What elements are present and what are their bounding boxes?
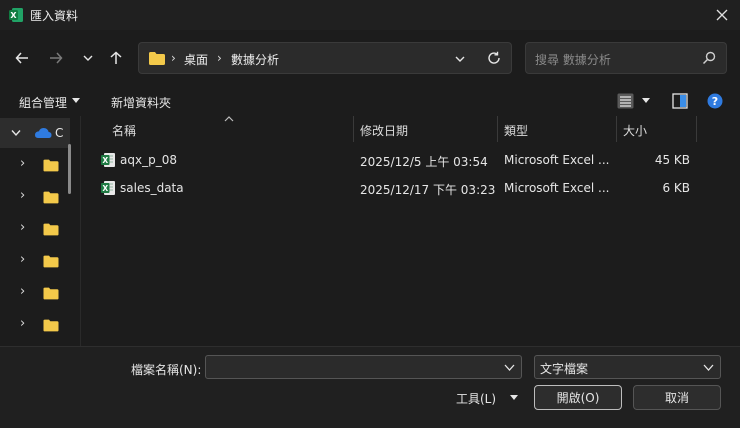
caret-down-icon — [72, 98, 80, 103]
up-button[interactable] — [106, 48, 126, 68]
column-divider[interactable] — [696, 116, 697, 142]
sidebar-item-onedrive[interactable]: C — [0, 118, 70, 148]
column-header-name[interactable]: 名稱 — [112, 122, 136, 139]
sort-ascending-icon — [224, 116, 234, 122]
search-icon — [702, 51, 716, 65]
dialog-footer: 檔案名稱(N): 文字檔案 工具(L) 開啟(O) 取消 — [0, 346, 740, 428]
open-button[interactable]: 開啟(O) — [534, 385, 622, 410]
table-row[interactable]: X aqx_p_08 2025/12/5 上午 03:54 Microsoft … — [82, 147, 692, 173]
filetype-select[interactable]: 文字檔案 — [534, 355, 721, 379]
back-button[interactable] — [12, 48, 32, 68]
close-button[interactable] — [710, 4, 734, 26]
file-type: Microsoft Excel ... — [504, 153, 610, 167]
title-bar: X 匯入資料 — [0, 0, 740, 30]
pane-divider[interactable] — [80, 116, 81, 346]
svg-text:?: ? — [712, 95, 718, 108]
cancel-button[interactable]: 取消 — [633, 385, 721, 410]
window-title: 匯入資料 — [30, 9, 79, 23]
file-date: 2025/12/17 下午 03:23 — [360, 183, 496, 197]
excel-app-icon: X — [9, 8, 23, 22]
arrow-right-icon — [50, 52, 63, 64]
sidebar-item-folder[interactable]: › — [0, 150, 70, 180]
caret-down-icon[interactable] — [510, 395, 518, 401]
table-row[interactable]: X sales_data 2025/12/17 下午 03:23 Microso… — [82, 175, 692, 201]
filename-label: 檔案名稱(N): — [131, 363, 202, 377]
column-header-type[interactable]: 類型 — [504, 122, 528, 139]
tools-button[interactable]: 工具(L) — [456, 390, 496, 407]
folder-icon — [43, 191, 59, 204]
sidebar-item-folder[interactable]: › — [0, 278, 70, 308]
file-type: Microsoft Excel ... — [504, 181, 610, 195]
svg-text:X: X — [102, 184, 108, 193]
folder-icon — [43, 223, 59, 236]
arrow-up-icon — [110, 51, 122, 64]
column-divider[interactable] — [616, 116, 617, 142]
folder-icon — [43, 287, 59, 300]
chevron-down-icon — [83, 55, 93, 61]
chevron-right-icon[interactable]: › — [20, 220, 25, 235]
sidebar-item-folder[interactable]: › — [0, 182, 70, 212]
chevron-right-icon: › — [171, 51, 176, 65]
chevron-right-icon[interactable]: › — [20, 284, 25, 299]
sidebar-item-folder[interactable]: › — [0, 310, 70, 340]
excel-file-icon: X — [101, 153, 115, 167]
column-divider[interactable] — [353, 116, 354, 142]
file-name: aqx_p_08 — [120, 153, 177, 167]
chevron-right-icon[interactable]: › — [20, 188, 25, 203]
chevron-right-icon: › — [217, 51, 222, 65]
filename-input[interactable] — [205, 355, 522, 379]
file-name: sales_data — [120, 181, 184, 195]
navigation-pane: C › › › › › › — [0, 116, 76, 346]
arrow-left-icon — [15, 52, 28, 64]
chevron-right-icon[interactable]: › — [20, 156, 25, 171]
file-size: 6 KB — [662, 181, 690, 195]
chevron-right-icon[interactable]: › — [20, 252, 25, 267]
address-bar[interactable]: › 桌面 › 數據分析 — [138, 42, 512, 74]
organize-button[interactable]: 組合管理 — [19, 94, 67, 111]
file-date: 2025/12/5 上午 03:54 — [360, 155, 488, 169]
filetype-value: 文字檔案 — [540, 362, 589, 376]
close-icon — [716, 9, 728, 21]
recent-locations-button[interactable] — [78, 48, 98, 68]
breadcrumb-desktop[interactable]: 桌面 — [184, 51, 208, 68]
forward-button[interactable] — [46, 48, 66, 68]
svg-text:X: X — [102, 156, 108, 165]
sidebar-scrollbar[interactable] — [68, 144, 71, 194]
sidebar-item-label: C — [55, 126, 64, 140]
sidebar-item-folder[interactable]: › — [0, 246, 70, 276]
new-folder-button[interactable]: 新增資料夾 — [111, 94, 171, 111]
help-icon[interactable]: ? — [707, 93, 723, 109]
cloud-icon — [35, 128, 52, 138]
preview-pane-icon[interactable] — [672, 93, 688, 109]
command-toolbar: 組合管理 新增資料夾 ? — [0, 88, 740, 114]
chevron-down-icon[interactable] — [11, 129, 21, 137]
caret-down-icon[interactable] — [642, 98, 650, 104]
folder-icon — [43, 319, 59, 332]
chevron-down-icon[interactable] — [504, 363, 515, 372]
column-header-date[interactable]: 修改日期 — [360, 122, 408, 139]
file-size: 45 KB — [654, 153, 690, 167]
file-list: 名稱 修改日期 類型 大小 X aqx_p_08 2025/12/5 上午 03… — [82, 116, 740, 346]
svg-text:X: X — [10, 11, 17, 20]
sidebar-item-folder[interactable]: › — [0, 214, 70, 244]
folder-icon — [149, 52, 165, 65]
refresh-icon[interactable] — [487, 51, 501, 65]
chevron-right-icon[interactable]: › — [20, 316, 25, 331]
excel-file-icon: X — [101, 181, 115, 195]
chevron-down-icon[interactable] — [454, 53, 466, 65]
folder-icon — [43, 255, 59, 268]
search-box[interactable]: 搜尋 數據分析 — [525, 42, 727, 74]
folder-icon — [43, 159, 59, 172]
search-input[interactable]: 搜尋 數據分析 — [535, 51, 611, 68]
column-header-size[interactable]: 大小 — [623, 122, 647, 139]
chevron-down-icon — [703, 364, 714, 371]
column-divider[interactable] — [497, 116, 498, 142]
breadcrumb-data-analysis[interactable]: 數據分析 — [231, 51, 279, 68]
view-list-icon[interactable] — [617, 93, 634, 109]
